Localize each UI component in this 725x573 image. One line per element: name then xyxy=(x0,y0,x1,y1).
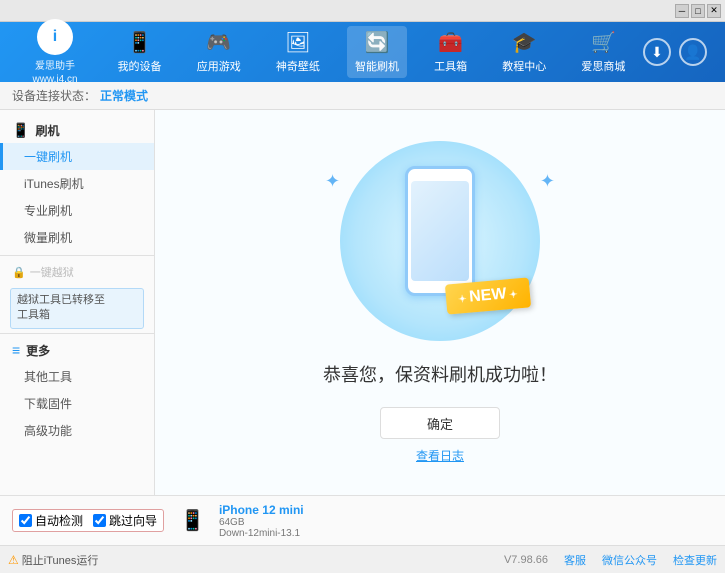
status-label: 设备连接状态： xyxy=(12,87,96,104)
nav-store-label: 爱思商城 xyxy=(581,58,625,74)
sidebar: 📱 刷机 一键刷机 iTunes刷机 专业刷机 微量刷机 🔒 一键越狱 越狱工具… xyxy=(0,110,155,495)
customer-service-link[interactable]: 客服 xyxy=(564,552,586,568)
toolbox-icon: 🧰 xyxy=(438,30,463,55)
nav-app-games-label: 应用游戏 xyxy=(197,58,241,74)
device-info: iPhone 12 mini 64GB Down-12mini-13.1 xyxy=(219,503,304,539)
success-text: 恭喜您，保资料刷机成功啦！ xyxy=(323,361,557,387)
nav-wallpaper[interactable]: 🖼 神奇壁纸 xyxy=(268,26,328,78)
nav-app-games[interactable]: 🎮 应用游戏 xyxy=(189,26,249,78)
auto-detect-label: 自动检测 xyxy=(35,512,83,529)
maximize-button[interactable]: □ xyxy=(691,4,705,18)
smart-flash-icon: 🔄 xyxy=(365,30,390,55)
lock-icon: 🔒 xyxy=(12,266,26,279)
via-wizard-checkbox[interactable]: 跳过向导 xyxy=(93,512,157,529)
nav-smart-flash-label: 智能刷机 xyxy=(355,58,399,74)
itunes-status[interactable]: ⚠ 阻止iTunes运行 xyxy=(8,552,98,568)
sidebar-divider-2 xyxy=(0,333,154,334)
nav-items: 📱 我的设备 🎮 应用游戏 🖼 神奇壁纸 🔄 智能刷机 🧰 工具箱 🎓 教程中心… xyxy=(100,26,643,78)
tutorials-icon: 🎓 xyxy=(512,30,537,55)
status-bar: 设备连接状态： 正常模式 xyxy=(0,82,725,110)
footer-right: V7.98.66 客服 微信公众号 检查更新 xyxy=(504,552,717,568)
via-wizard-label: 跳过向导 xyxy=(109,512,157,529)
jailbreak-section-title: 一键越狱 xyxy=(30,264,74,280)
checkbox-group: 自动检测 跳过向导 xyxy=(12,509,164,532)
my-device-icon: 📱 xyxy=(127,30,152,55)
flash-section-title: 刷机 xyxy=(35,122,59,139)
sidebar-item-pro-flash[interactable]: 专业刷机 xyxy=(0,197,154,224)
device-name: iPhone 12 mini xyxy=(219,503,304,517)
footer-left: ⚠ 阻止iTunes运行 xyxy=(8,552,504,568)
device-icon: 📱 xyxy=(180,508,205,533)
view-log-link[interactable]: 查看日志 xyxy=(416,447,464,464)
auto-detect-input[interactable] xyxy=(19,514,32,527)
nav-store[interactable]: 🛒 爱思商城 xyxy=(573,26,633,78)
device-model: Down-12mini-13.1 xyxy=(219,528,304,539)
nav-toolbox[interactable]: 🧰 工具箱 xyxy=(426,26,475,78)
sidebar-flash-section: 📱 刷机 xyxy=(0,118,154,143)
footer-bar: ⚠ 阻止iTunes运行 V7.98.66 客服 微信公众号 检查更新 xyxy=(0,545,725,573)
window-controls[interactable]: ─ □ ✕ xyxy=(675,4,721,18)
sidebar-divider-1 xyxy=(0,255,154,256)
nav-smart-flash[interactable]: 🔄 智能刷机 xyxy=(347,26,407,78)
more-section-icon: ≡ xyxy=(12,342,20,358)
logo-website: www.i4.cn xyxy=(32,74,77,85)
flash-section-icon: 📱 xyxy=(12,122,29,139)
new-badge: NEW xyxy=(445,277,531,314)
check-update-link[interactable]: 检查更新 xyxy=(673,552,717,568)
nav-wallpaper-label: 神奇壁纸 xyxy=(276,58,320,74)
close-button[interactable]: ✕ xyxy=(707,4,721,18)
app-games-icon: 🎮 xyxy=(206,30,231,55)
logo-app-name: 爱思助手 xyxy=(35,57,75,72)
more-section-title: 更多 xyxy=(26,342,50,359)
signal-right-icon: ✦ xyxy=(540,171,555,192)
title-bar: ─ □ ✕ xyxy=(0,0,725,22)
content-area: ✦ ✦ NEW 恭喜您，保资料刷机成功啦！ 确定 查看日志 xyxy=(155,110,725,495)
top-nav: i 爱思助手 www.i4.cn 📱 我的设备 🎮 应用游戏 🖼 神奇壁纸 🔄 … xyxy=(0,22,725,82)
nav-right-buttons: ⬇ 👤 xyxy=(643,38,715,66)
signal-left-icon: ✦ xyxy=(325,171,340,192)
nav-my-device[interactable]: 📱 我的设备 xyxy=(110,26,170,78)
sidebar-item-download-fw[interactable]: 下载固件 xyxy=(0,390,154,417)
logo-area: i 爱思助手 www.i4.cn xyxy=(10,19,100,85)
sidebar-item-advanced[interactable]: 高级功能 xyxy=(0,417,154,444)
main-layout: 📱 刷机 一键刷机 iTunes刷机 专业刷机 微量刷机 🔒 一键越狱 越狱工具… xyxy=(0,110,725,495)
auto-detect-checkbox[interactable]: 自动检测 xyxy=(19,512,83,529)
sidebar-item-wipe-flash[interactable]: 微量刷机 xyxy=(0,224,154,251)
confirm-button[interactable]: 确定 xyxy=(380,407,500,439)
phone-screen xyxy=(411,181,469,281)
minimize-button[interactable]: ─ xyxy=(675,4,689,18)
bottom-device-row: 自动检测 跳过向导 📱 iPhone 12 mini 64GB Down-12m… xyxy=(0,495,725,545)
wallpaper-icon: 🖼 xyxy=(285,30,310,55)
sidebar-jailbreak-section: 🔒 一键越狱 xyxy=(0,260,154,284)
store-icon: 🛒 xyxy=(591,30,616,55)
download-button[interactable]: ⬇ xyxy=(643,38,671,66)
jailbreak-note: 越狱工具已转移至工具箱 xyxy=(10,288,144,329)
sidebar-more-section: ≡ 更多 xyxy=(0,338,154,363)
sidebar-item-itunes-flash[interactable]: iTunes刷机 xyxy=(0,170,154,197)
wechat-link[interactable]: 微信公众号 xyxy=(602,552,657,568)
user-button[interactable]: 👤 xyxy=(679,38,707,66)
nav-tutorials-label: 教程中心 xyxy=(502,58,546,74)
nav-toolbox-label: 工具箱 xyxy=(434,58,467,74)
via-wizard-input[interactable] xyxy=(93,514,106,527)
sidebar-item-other-tools[interactable]: 其他工具 xyxy=(0,363,154,390)
nav-tutorials[interactable]: 🎓 教程中心 xyxy=(494,26,554,78)
device-storage: 64GB xyxy=(219,517,304,528)
status-value: 正常模式 xyxy=(100,87,148,104)
phone-device xyxy=(405,166,475,296)
sidebar-item-one-click-flash[interactable]: 一键刷机 xyxy=(0,143,154,170)
itunes-icon: ⚠ xyxy=(8,553,19,567)
itunes-status-label: 阻止iTunes运行 xyxy=(22,552,99,568)
logo-icon: i xyxy=(37,19,73,55)
phone-illustration: ✦ ✦ NEW xyxy=(340,141,540,341)
version-label: V7.98.66 xyxy=(504,554,548,566)
nav-my-device-label: 我的设备 xyxy=(118,58,162,74)
